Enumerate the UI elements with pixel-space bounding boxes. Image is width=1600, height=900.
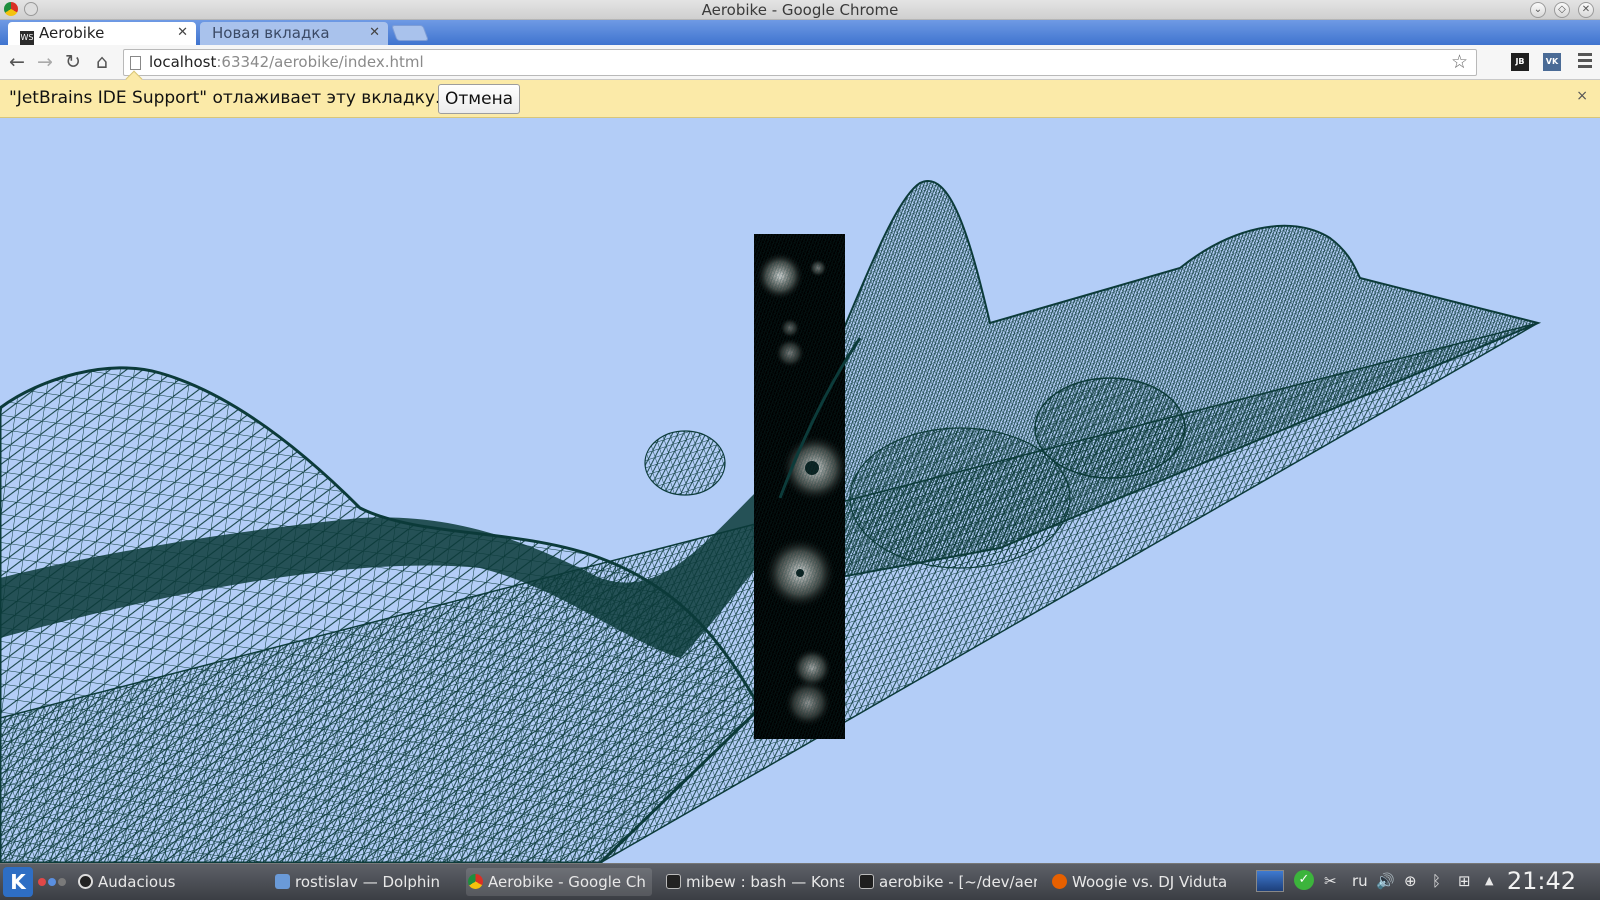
debugger-infobar: "JetBrains IDE Support" отлаживает эту в…: [0, 70, 1600, 118]
kde-taskbar: K Audacious rostislav — Dolphin Aerobike…: [0, 863, 1600, 900]
jetbrains-extension-icon[interactable]: JB: [1511, 53, 1529, 71]
tab-label: Новая вкладка: [212, 24, 330, 42]
terrain-bump: [1034, 377, 1186, 479]
maximize-icon[interactable]: ◇: [1554, 2, 1570, 18]
tray-expand-icon[interactable]: ▲: [1485, 874, 1493, 887]
back-icon[interactable]: ←: [5, 51, 29, 73]
vk-extension-icon[interactable]: VK: [1543, 53, 1561, 71]
terrain-bump: [849, 427, 1071, 569]
page-icon: [130, 56, 141, 70]
task-audacious[interactable]: Audacious: [76, 868, 261, 896]
address-bar[interactable]: localhost:63342/aerobike/index.html ☆: [123, 49, 1477, 76]
window-title: Aerobike - Google Chrome: [701, 1, 899, 19]
reload-icon[interactable]: ↻: [61, 51, 85, 73]
debug-texture-panel: [754, 234, 849, 739]
window-titlebar: Aerobike - Google Chrome ⌄ ◇ ✕: [0, 0, 1600, 20]
kde-launcher-icon[interactable]: K: [3, 867, 33, 897]
tab-new-tab[interactable]: Новая вкладка ✕: [200, 22, 388, 45]
terrain-render: [0, 180, 1542, 863]
dolphin-icon: [275, 874, 290, 889]
close-tab-icon[interactable]: ✕: [177, 22, 188, 44]
task-chrome[interactable]: Aerobike - Google Ch: [466, 868, 652, 896]
infobar-message: "JetBrains IDE Support" отлаживает эту в…: [9, 88, 441, 108]
audacious-icon: [78, 874, 93, 889]
tab-aerobike[interactable]: WS Aerobike ✕: [8, 22, 196, 45]
task-firefox[interactable]: Woogie vs. DJ Viduta: [1050, 868, 1230, 896]
update-ok-icon[interactable]: ✓: [1294, 870, 1314, 890]
browser-toolbar: ← → ↻ ⌂ localhost:63342/aerobike/index.h…: [0, 45, 1600, 80]
network-icon[interactable]: ⊕: [1404, 872, 1417, 890]
bluetooth-icon[interactable]: ᛒ: [1432, 872, 1441, 890]
activity-dots[interactable]: [38, 878, 66, 886]
chrome-menu-icon[interactable]: [1578, 53, 1592, 71]
close-tab-icon[interactable]: ✕: [369, 22, 380, 44]
task-webstorm[interactable]: aerobike - [~/dev/aer: [857, 868, 1037, 896]
desktop-pager-icon[interactable]: [1256, 870, 1284, 892]
terminal-icon: [666, 874, 681, 889]
webstorm-icon: WS: [20, 31, 34, 45]
wired-network-icon[interactable]: ⊞: [1458, 872, 1471, 890]
clock[interactable]: 21:42: [1507, 867, 1576, 895]
url-text: localhost:63342/aerobike/index.html: [149, 53, 424, 71]
home-icon[interactable]: ⌂: [90, 51, 114, 73]
webstorm-icon: [859, 874, 874, 889]
firefox-icon: [1052, 874, 1067, 889]
new-tab-button[interactable]: [391, 25, 429, 41]
task-dolphin[interactable]: rostislav — Dolphin: [273, 868, 453, 896]
cancel-debugging-button[interactable]: Отмена: [438, 84, 521, 114]
tab-strip: WS Aerobike ✕ Новая вкладка ✕: [0, 20, 1600, 45]
keyboard-layout[interactable]: ru: [1352, 872, 1368, 890]
infobar-close-icon[interactable]: ×: [1576, 88, 1588, 104]
window-controls: ⌄ ◇ ✕: [1530, 2, 1594, 18]
bookmark-star-icon[interactable]: ☆: [1451, 51, 1468, 73]
tab-label: Aerobike: [39, 24, 105, 42]
minimize-icon[interactable]: ⌄: [1530, 2, 1546, 18]
clipboard-scissors-icon[interactable]: ✂: [1324, 872, 1337, 890]
volume-icon[interactable]: 🔊: [1376, 872, 1395, 890]
webgl-canvas[interactable]: [0, 118, 1600, 863]
task-konsole[interactable]: mibew : bash — Kons: [664, 868, 844, 896]
close-window-icon[interactable]: ✕: [1578, 2, 1594, 18]
chrome-icon: [468, 874, 483, 889]
terrain-bump: [644, 430, 726, 496]
forward-icon[interactable]: →: [33, 51, 57, 73]
